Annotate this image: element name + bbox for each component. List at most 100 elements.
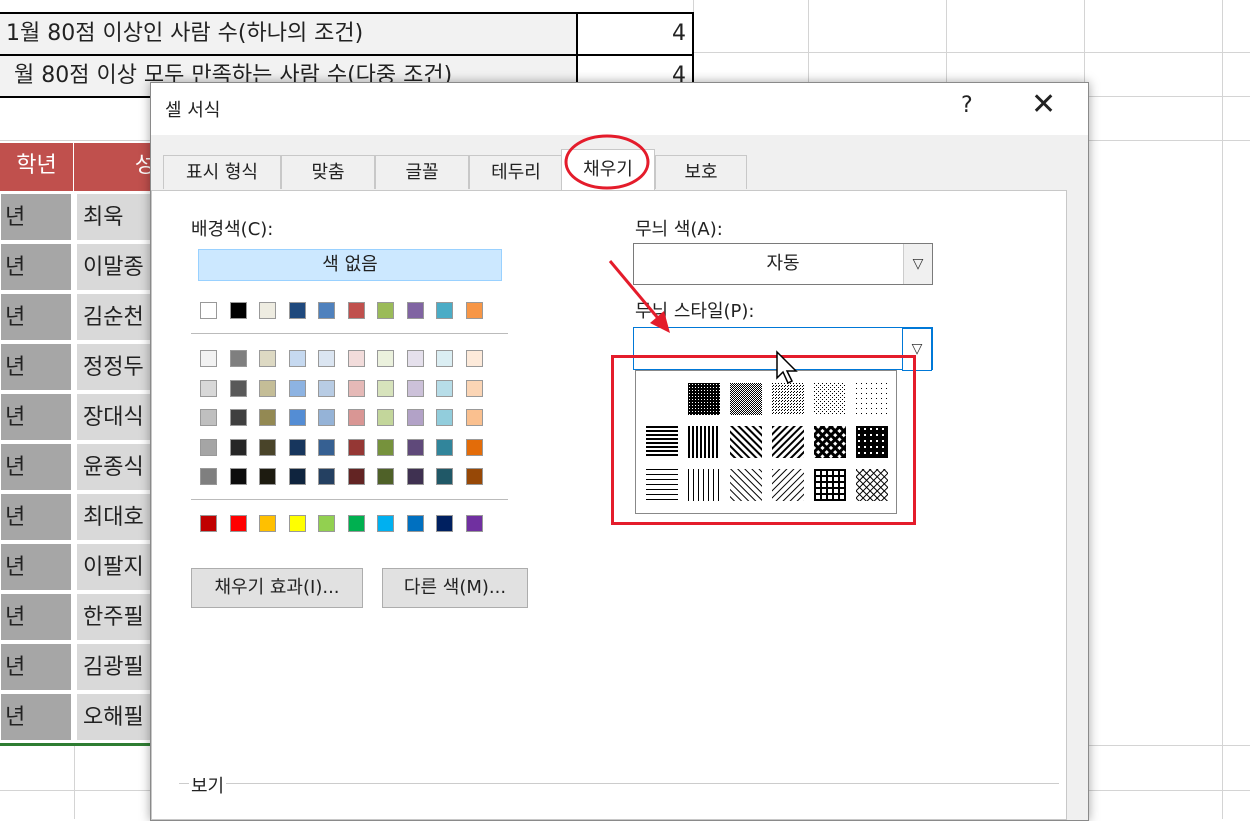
- shade-color-swatch[interactable]: [318, 409, 335, 426]
- standard-color-swatch[interactable]: [200, 515, 217, 532]
- theme-color-swatch[interactable]: [347, 302, 365, 319]
- shade-color-swatch[interactable]: [465, 350, 483, 367]
- standard-color-swatch[interactable]: [288, 515, 306, 532]
- standard-color-swatch[interactable]: [406, 515, 424, 532]
- grade-cell[interactable]: 년: [0, 193, 72, 241]
- name-cell[interactable]: 이팔지: [76, 543, 156, 591]
- standard-color-swatch[interactable]: [377, 515, 394, 532]
- theme-color-swatch[interactable]: [436, 302, 453, 319]
- shade-color-swatch[interactable]: [229, 350, 247, 367]
- grade-cell[interactable]: 년: [0, 443, 72, 491]
- grade-cell[interactable]: 년: [0, 593, 72, 641]
- shade-color-swatch[interactable]: [465, 409, 483, 426]
- tab-font[interactable]: 글꼴: [375, 155, 469, 189]
- grade-cell[interactable]: 년: [0, 293, 72, 341]
- shade-color-swatch[interactable]: [436, 350, 453, 367]
- shade-color-swatch[interactable]: [288, 438, 306, 456]
- criteria-label-1[interactable]: 1월 80점 이상인 사람 수(하나의 조건): [0, 12, 578, 56]
- help-button[interactable]: ?: [961, 93, 973, 118]
- shade-color-swatch[interactable]: [406, 468, 424, 485]
- grade-cell[interactable]: 년: [0, 693, 72, 741]
- grade-cell[interactable]: 년: [0, 343, 72, 391]
- shade-color-swatch[interactable]: [347, 409, 365, 426]
- theme-color-swatch[interactable]: [288, 302, 306, 319]
- shade-color-swatch[interactable]: [406, 409, 424, 426]
- grade-cell[interactable]: 년: [0, 393, 72, 441]
- theme-color-swatch[interactable]: [406, 302, 424, 319]
- shade-color-swatch[interactable]: [465, 379, 483, 397]
- shade-color-swatch[interactable]: [200, 438, 217, 456]
- tab-border[interactable]: 테두리: [469, 155, 563, 189]
- shade-color-swatch[interactable]: [377, 438, 394, 456]
- shade-color-swatch[interactable]: [406, 350, 424, 367]
- theme-color-swatch[interactable]: [377, 302, 394, 319]
- shade-color-swatch[interactable]: [200, 350, 217, 367]
- shade-color-swatch[interactable]: [377, 409, 394, 426]
- shade-color-swatch[interactable]: [436, 379, 453, 397]
- name-cell[interactable]: 이말종: [76, 243, 156, 291]
- shade-color-swatch[interactable]: [436, 409, 453, 426]
- shade-color-swatch[interactable]: [288, 409, 306, 426]
- name-cell[interactable]: 최대호: [76, 493, 156, 541]
- standard-color-swatch[interactable]: [465, 515, 483, 532]
- tab-protection[interactable]: 보호: [655, 155, 747, 189]
- standard-color-swatch[interactable]: [259, 515, 276, 532]
- standard-color-swatch[interactable]: [347, 515, 365, 532]
- shade-color-swatch[interactable]: [406, 438, 424, 456]
- criteria-value-1[interactable]: 4: [576, 12, 694, 56]
- fill-effects-button[interactable]: 채우기 효과(I)...: [191, 568, 363, 608]
- tab-number[interactable]: 표시 형식: [163, 155, 281, 189]
- shade-color-swatch[interactable]: [288, 468, 306, 485]
- shade-color-swatch[interactable]: [377, 468, 394, 485]
- name-cell[interactable]: 장대식: [76, 393, 156, 441]
- shade-color-swatch[interactable]: [288, 379, 306, 397]
- shade-color-swatch[interactable]: [347, 350, 365, 367]
- shade-color-swatch[interactable]: [406, 379, 424, 397]
- name-cell[interactable]: 정정두: [76, 343, 156, 391]
- theme-color-swatch[interactable]: [229, 302, 247, 319]
- shade-color-swatch[interactable]: [229, 409, 247, 426]
- shade-color-swatch[interactable]: [229, 379, 247, 397]
- name-cell[interactable]: 김광필: [76, 643, 156, 691]
- no-color-button[interactable]: 색 없음: [198, 249, 502, 281]
- header-grade[interactable]: 학년: [0, 143, 74, 191]
- tab-alignment[interactable]: 맞춤: [281, 155, 375, 189]
- standard-color-swatch[interactable]: [318, 515, 335, 532]
- grade-cell[interactable]: 년: [0, 493, 72, 541]
- shade-color-swatch[interactable]: [465, 468, 483, 485]
- shade-color-swatch[interactable]: [259, 379, 276, 397]
- shade-color-swatch[interactable]: [347, 468, 365, 485]
- shade-color-swatch[interactable]: [318, 350, 335, 367]
- shade-color-swatch[interactable]: [318, 438, 335, 456]
- close-button[interactable]: ✕: [1031, 87, 1056, 122]
- shade-color-swatch[interactable]: [200, 468, 217, 485]
- name-cell[interactable]: 오해필: [76, 693, 156, 741]
- theme-color-swatch[interactable]: [465, 302, 483, 319]
- shade-color-swatch[interactable]: [259, 409, 276, 426]
- grade-cell[interactable]: 년: [0, 543, 72, 591]
- shade-color-swatch[interactable]: [436, 438, 453, 456]
- theme-color-swatch[interactable]: [200, 302, 217, 319]
- grade-cell[interactable]: 년: [0, 243, 72, 291]
- standard-color-swatch[interactable]: [436, 515, 453, 532]
- shade-color-swatch[interactable]: [288, 350, 306, 367]
- name-cell[interactable]: 윤종식: [76, 443, 156, 491]
- chevron-down-icon[interactable]: ▽: [903, 244, 932, 284]
- shade-color-swatch[interactable]: [377, 379, 394, 397]
- theme-color-swatch[interactable]: [259, 302, 276, 319]
- more-colors-button[interactable]: 다른 색(M)...: [382, 568, 528, 608]
- name-cell[interactable]: 김순천: [76, 293, 156, 341]
- shade-color-swatch[interactable]: [200, 409, 217, 426]
- standard-color-swatch[interactable]: [229, 515, 247, 532]
- shade-color-swatch[interactable]: [229, 468, 247, 485]
- shade-color-swatch[interactable]: [259, 438, 276, 456]
- shade-color-swatch[interactable]: [259, 350, 276, 367]
- shade-color-swatch[interactable]: [318, 379, 335, 397]
- shade-color-swatch[interactable]: [229, 438, 247, 456]
- theme-color-swatch[interactable]: [318, 302, 335, 319]
- shade-color-swatch[interactable]: [318, 468, 335, 485]
- shade-color-swatch[interactable]: [347, 438, 365, 456]
- shade-color-swatch[interactable]: [200, 379, 217, 397]
- shade-color-swatch[interactable]: [377, 350, 394, 367]
- name-cell[interactable]: 최욱: [76, 193, 156, 241]
